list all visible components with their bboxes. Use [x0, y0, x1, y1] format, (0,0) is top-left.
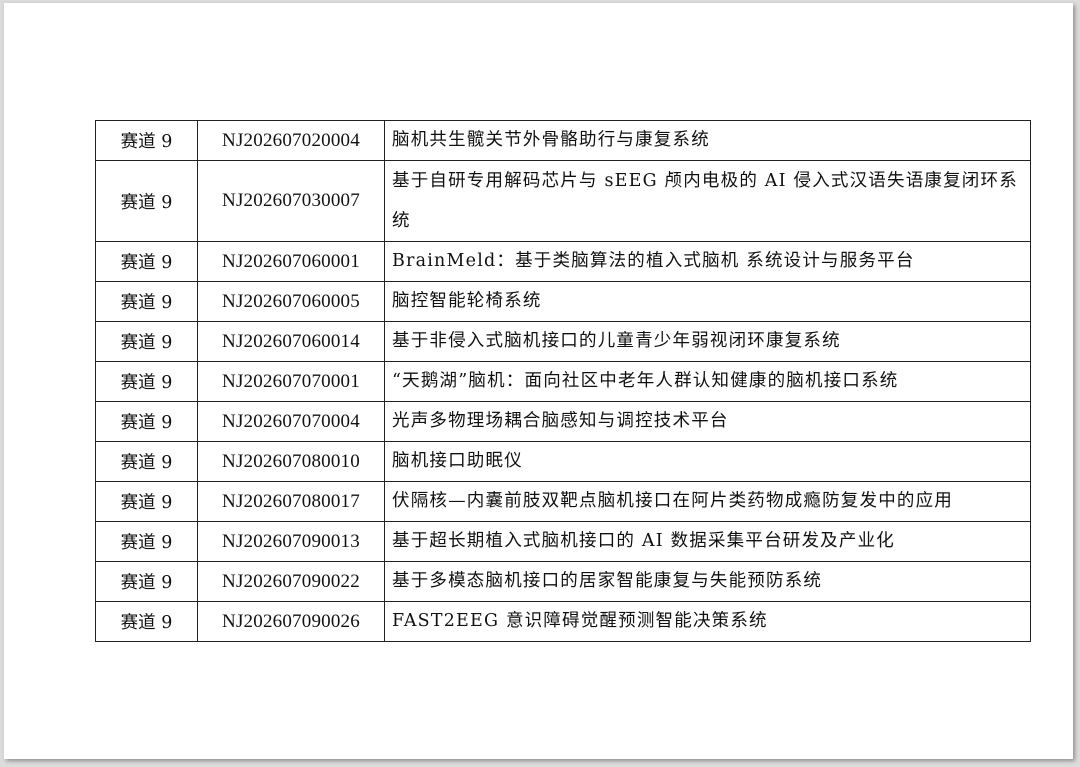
project-title-cell: 基于自研专用解码芯片与 sEEG 颅内电极的 AI 侵入式汉语失语康复闭环系统: [384, 160, 1031, 242]
track-cell: 赛道 9: [95, 160, 198, 242]
track-cell: 赛道 9: [95, 521, 198, 562]
project-title-cell: 脑机接口助眠仪: [384, 441, 1031, 482]
table-row: 赛道 9 NJ202607080010 脑机接口助眠仪: [95, 441, 1031, 482]
project-title-cell: “天鹅湖”脑机：面向社区中老年人群认知健康的脑机接口系统: [384, 361, 1031, 402]
project-code-cell: NJ202607080010: [197, 441, 385, 482]
project-title-cell: 光声多物理场耦合脑感知与调控技术平台: [384, 401, 1031, 442]
project-code-cell: NJ202607090022: [197, 561, 385, 602]
project-table-body: 赛道 9 NJ202607020004 脑机共生髋关节外骨骼助行与康复系统 赛道…: [95, 120, 1031, 642]
project-title-cell: 脑控智能轮椅系统: [384, 281, 1031, 322]
project-title-cell: 基于多模态脑机接口的居家智能康复与失能预防系统: [384, 561, 1031, 602]
project-code-cell: NJ202607020004: [197, 120, 385, 161]
project-code-cell: NJ202607060005: [197, 281, 385, 322]
project-table: 赛道 9 NJ202607020004 脑机共生髋关节外骨骼助行与康复系统 赛道…: [95, 120, 1031, 642]
track-cell: 赛道 9: [95, 361, 198, 402]
track-cell: 赛道 9: [95, 281, 198, 322]
track-cell: 赛道 9: [95, 561, 198, 602]
table-row: 赛道 9 NJ202607060005 脑控智能轮椅系统: [95, 281, 1031, 322]
track-cell: 赛道 9: [95, 601, 198, 642]
project-title-cell: 基于非侵入式脑机接口的儿童青少年弱视闭环康复系统: [384, 321, 1031, 362]
project-code-cell: NJ202607070001: [197, 361, 385, 402]
table-row: 赛道 9 NJ202607060001 BrainMeld：基于类脑算法的植入式…: [95, 241, 1031, 282]
project-code-cell: NJ202607090026: [197, 601, 385, 642]
table-row: 赛道 9 NJ202607090022 基于多模态脑机接口的居家智能康复与失能预…: [95, 561, 1031, 602]
project-code-cell: NJ202607080017: [197, 481, 385, 522]
track-cell: 赛道 9: [95, 481, 198, 522]
track-cell: 赛道 9: [95, 241, 198, 282]
table-row: 赛道 9 NJ202607080017 伏隔核—内囊前肢双靶点脑机接口在阿片类药…: [95, 481, 1031, 522]
project-code-cell: NJ202607060014: [197, 321, 385, 362]
project-code-cell: NJ202607070004: [197, 401, 385, 442]
table-row: 赛道 9 NJ202607020004 脑机共生髋关节外骨骼助行与康复系统: [95, 120, 1031, 161]
project-title-cell: 伏隔核—内囊前肢双靶点脑机接口在阿片类药物成瘾防复发中的应用: [384, 481, 1031, 522]
track-cell: 赛道 9: [95, 321, 198, 362]
project-title-cell: 基于超长期植入式脑机接口的 AI 数据采集平台研发及产业化: [384, 521, 1031, 562]
table-row: 赛道 9 NJ202607070004 光声多物理场耦合脑感知与调控技术平台: [95, 401, 1031, 442]
project-code-cell: NJ202607090013: [197, 521, 385, 562]
track-cell: 赛道 9: [95, 401, 198, 442]
track-cell: 赛道 9: [95, 441, 198, 482]
project-title-cell: BrainMeld：基于类脑算法的植入式脑机 系统设计与服务平台: [384, 241, 1031, 282]
table-row: 赛道 9 NJ202607070001 “天鹅湖”脑机：面向社区中老年人群认知健…: [95, 361, 1031, 402]
project-title-cell: FAST2EEG 意识障碍觉醒预测智能决策系统: [384, 601, 1031, 642]
document-page: 赛道 9 NJ202607020004 脑机共生髋关节外骨骼助行与康复系统 赛道…: [4, 3, 1073, 759]
table-row: 赛道 9 NJ202607090026 FAST2EEG 意识障碍觉醒预测智能决…: [95, 601, 1031, 642]
project-code-cell: NJ202607060001: [197, 241, 385, 282]
table-row: 赛道 9 NJ202607060014 基于非侵入式脑机接口的儿童青少年弱视闭环…: [95, 321, 1031, 362]
table-row: 赛道 9 NJ202607090013 基于超长期植入式脑机接口的 AI 数据采…: [95, 521, 1031, 562]
project-title-cell: 脑机共生髋关节外骨骼助行与康复系统: [384, 120, 1031, 161]
table-row: 赛道 9 NJ202607030007 基于自研专用解码芯片与 sEEG 颅内电…: [95, 160, 1031, 242]
track-cell: 赛道 9: [95, 120, 198, 161]
project-code-cell: NJ202607030007: [197, 160, 385, 242]
